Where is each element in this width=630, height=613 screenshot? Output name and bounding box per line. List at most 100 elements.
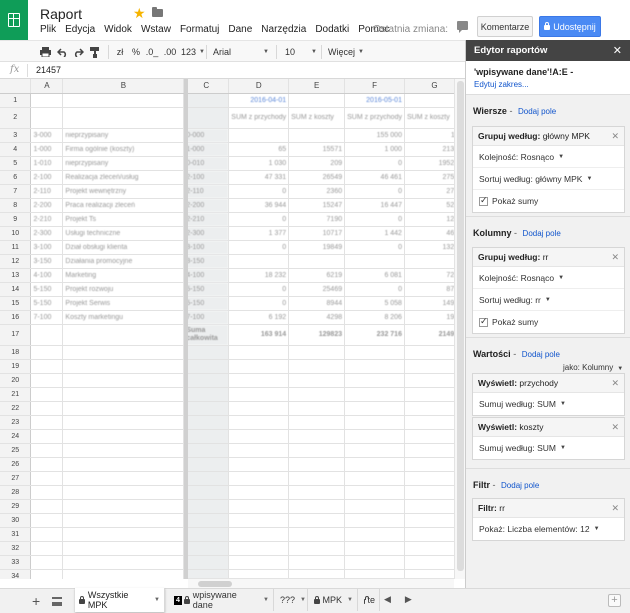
grid-cell[interactable]: [30, 107, 64, 129]
grid-cell[interactable]: [288, 128, 346, 143]
grid-cell[interactable]: [183, 513, 230, 528]
grid-cell[interactable]: [62, 324, 185, 346]
menu-file[interactable]: Plik: [40, 24, 56, 35]
grid-cell[interactable]: 6219: [288, 268, 346, 283]
grid-cell[interactable]: 4-100: [30, 268, 64, 283]
grid-cell[interactable]: 2016-04-01: [228, 93, 290, 108]
grid-cell[interactable]: [228, 555, 290, 570]
row-header[interactable]: 22: [0, 401, 32, 416]
grid-cell[interactable]: 7190: [288, 212, 346, 227]
grid-cell[interactable]: [288, 457, 346, 472]
grid-cell[interactable]: 2-210: [183, 212, 230, 227]
grid-cell[interactable]: 5-150: [30, 282, 64, 297]
close-icon[interactable]: ✕: [611, 503, 619, 514]
chevron-down-icon[interactable]: ▼: [263, 597, 269, 603]
grid-cell[interactable]: [30, 359, 64, 374]
grid-cell[interactable]: [344, 457, 405, 472]
grid-cell[interactable]: [183, 415, 230, 430]
row-header[interactable]: 14: [0, 282, 32, 297]
grid-cell[interactable]: [288, 443, 346, 458]
grid-cell[interactable]: 3-000: [30, 128, 64, 143]
grid-cell[interactable]: [30, 527, 64, 542]
paint-format-icon[interactable]: [88, 44, 102, 60]
checkbox-checked-icon[interactable]: [479, 316, 488, 327]
font-size-dropdown[interactable]: 10 ▼: [285, 44, 317, 60]
grid-cell[interactable]: Suma całkowita: [183, 324, 230, 346]
grid-cell[interactable]: [30, 513, 64, 528]
grid-cell[interactable]: [62, 527, 185, 542]
row-header[interactable]: 27: [0, 471, 32, 486]
grid-cell[interactable]: 129823: [288, 324, 346, 346]
row-header[interactable]: 6: [0, 170, 32, 185]
grid-cell[interactable]: [288, 387, 346, 402]
grid-cell[interactable]: 1 030: [228, 156, 290, 171]
grid-cell[interactable]: 0: [228, 296, 290, 311]
grid-cell[interactable]: [62, 541, 185, 556]
grid-cell[interactable]: 47 331: [228, 170, 290, 185]
grid-cell[interactable]: [344, 345, 405, 360]
grid-cell[interactable]: 26549: [288, 170, 346, 185]
grid-cell[interactable]: [344, 429, 405, 444]
grid-cell[interactable]: 0: [344, 240, 405, 255]
grid-cell[interactable]: [183, 457, 230, 472]
grid-cell[interactable]: 2-100: [30, 170, 64, 185]
grid-cell[interactable]: 0: [344, 184, 405, 199]
grid-cell[interactable]: 0: [344, 212, 405, 227]
grid-cell[interactable]: [228, 457, 290, 472]
grid-cell[interactable]: [183, 359, 230, 374]
grid-cell[interactable]: 0: [228, 240, 290, 255]
grid-cell[interactable]: [344, 485, 405, 500]
grid-cell[interactable]: SUM z przychody: [228, 107, 290, 129]
grid-cell[interactable]: [288, 513, 346, 528]
grid-cell[interactable]: 163 914: [228, 324, 290, 346]
grid-cell[interactable]: [344, 555, 405, 570]
decrease-decimals-button[interactable]: .0_: [145, 44, 159, 60]
row-header[interactable]: 7: [0, 184, 32, 199]
menu-tools[interactable]: Narzędzia: [261, 24, 306, 35]
grid-cell[interactable]: [228, 373, 290, 388]
horizontal-scrollbar[interactable]: [188, 578, 454, 588]
grid-cell[interactable]: 46 461: [344, 170, 405, 185]
value-summarize-dropdown[interactable]: Sumuj według: SUM ▼: [473, 393, 624, 415]
grid-cell[interactable]: [288, 555, 346, 570]
grid-cell[interactable]: 3-100: [183, 240, 230, 255]
star-icon[interactable]: ★: [133, 5, 146, 22]
grid-cell[interactable]: 2-300: [30, 226, 64, 241]
sheet-tab-te[interactable]: te: [360, 589, 380, 611]
grid-cell[interactable]: [288, 499, 346, 514]
chevron-down-icon[interactable]: ▼: [154, 597, 160, 603]
grid-cell[interactable]: 0-010: [183, 156, 230, 171]
row-header[interactable]: 16: [0, 310, 32, 325]
row-header[interactable]: 25: [0, 443, 32, 458]
grid-cell[interactable]: [228, 541, 290, 556]
grid-cell[interactable]: 10717: [288, 226, 346, 241]
sheets-logo-icon[interactable]: [0, 0, 28, 40]
grid-cell[interactable]: 15247: [288, 198, 346, 213]
grid-cell[interactable]: [30, 569, 64, 579]
close-icon[interactable]: ✕: [611, 252, 619, 263]
grid-cell[interactable]: [30, 541, 64, 556]
grid-cell[interactable]: [30, 555, 64, 570]
checkbox-checked-icon[interactable]: [479, 195, 488, 206]
grid-cell[interactable]: [62, 443, 185, 458]
grid-cell[interactable]: 1-000: [30, 142, 64, 157]
tab-scroll-right-icon[interactable]: ▶: [405, 594, 412, 605]
sheet-tab-wszystkie-mpk[interactable]: Wszystkie MPK ▼: [75, 588, 165, 612]
row-header[interactable]: 4: [0, 142, 32, 157]
row-header[interactable]: 12: [0, 254, 32, 269]
grid-cell[interactable]: [62, 471, 185, 486]
grid-cell[interactable]: [183, 429, 230, 444]
grid-cell[interactable]: Dział obsługi klienta: [62, 240, 185, 255]
grid-cell[interactable]: [30, 415, 64, 430]
undo-icon[interactable]: [55, 44, 69, 60]
filter-show-dropdown[interactable]: Pokaż: Liczba elementów: 12 ▼: [473, 518, 624, 540]
grid-cell[interactable]: [30, 471, 64, 486]
all-sheets-menu-icon[interactable]: [52, 597, 62, 606]
grid-cell[interactable]: [228, 527, 290, 542]
select-all-corner[interactable]: [0, 79, 32, 94]
grid-cell[interactable]: SUM z koszty: [288, 107, 346, 129]
grid-cell[interactable]: [288, 541, 346, 556]
font-family-dropdown[interactable]: Arial ▼: [213, 44, 269, 60]
redo-icon[interactable]: [71, 44, 85, 60]
values-add-field-link[interactable]: Dodaj pole: [522, 350, 560, 359]
